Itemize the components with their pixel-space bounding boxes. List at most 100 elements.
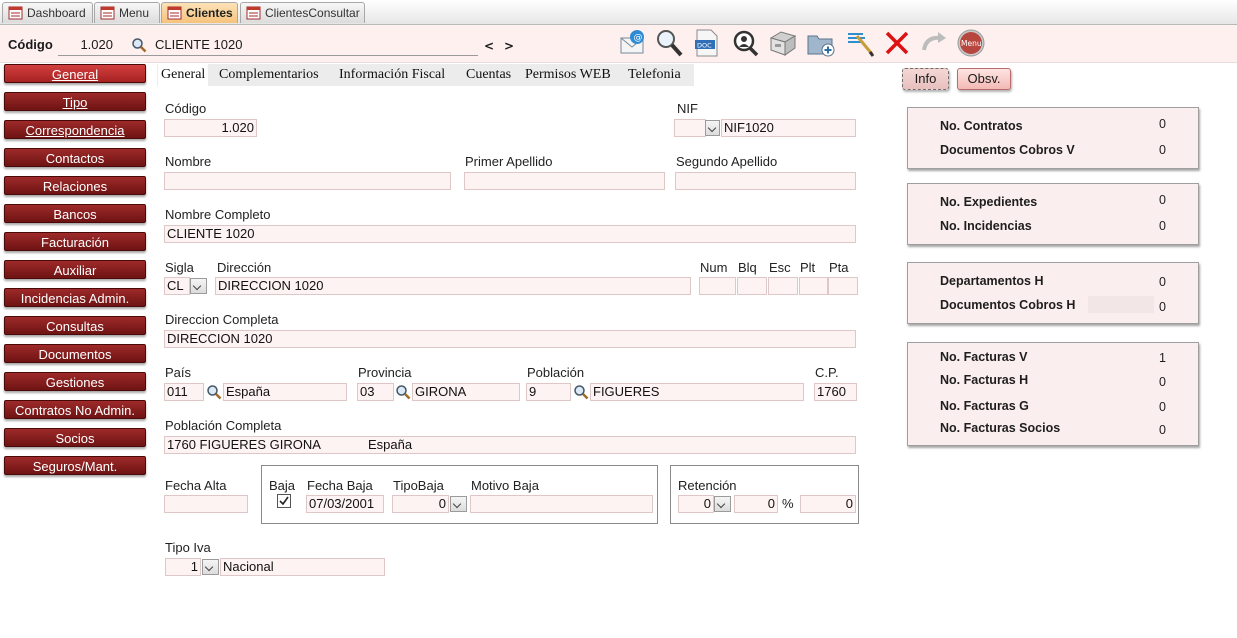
find-icon[interactable]	[730, 28, 760, 58]
sidebar-item-gestiones[interactable]: Gestiones	[4, 372, 146, 391]
sidebar-item-incidencias-admin[interactable]: Incidencias Admin.	[4, 288, 146, 307]
tab-cuentas[interactable]: Cuentas	[463, 64, 514, 86]
next-record-button[interactable]: >	[504, 39, 514, 53]
poblacion-completa-field[interactable]: 1760 FIGUERES GIRONA España	[164, 436, 856, 454]
tab-informacion-fiscal[interactable]: Información Fiscal	[336, 64, 448, 86]
esc-label: Esc	[769, 260, 791, 275]
delete-icon[interactable]	[882, 28, 912, 58]
sidebar-item-facturacion[interactable]: Facturación	[4, 232, 146, 251]
sidebar-item-documentos[interactable]: Documentos	[4, 344, 146, 363]
undo-icon[interactable]	[918, 28, 948, 58]
sidebar-item-seguros-mant[interactable]: Seguros/Mant.	[4, 456, 146, 475]
search-icon[interactable]	[206, 384, 222, 400]
sidebar-item-socios[interactable]: Socios	[4, 428, 146, 447]
tipo-baja-dropdown[interactable]	[450, 496, 467, 512]
edit-icon[interactable]	[845, 28, 875, 58]
stats-card-departamentos: Departamentos H 0 Documentos Cobros H 0	[907, 262, 1199, 324]
search-icon[interactable]	[131, 37, 147, 53]
email-icon[interactable]: @	[618, 28, 648, 58]
poblacion-name-field[interactable]: FIGUERES	[590, 383, 804, 401]
direccion-completa-field[interactable]: DIRECCION 1020	[164, 330, 856, 348]
doc-icon[interactable]: DOC	[692, 28, 722, 58]
motivo-baja-field[interactable]	[470, 495, 653, 513]
menu-icon[interactable]: Menu	[956, 28, 986, 58]
sigla-dropdown[interactable]	[190, 278, 207, 294]
tipo-iva-code-field[interactable]: 1	[165, 558, 201, 576]
sidebar-item-bancos[interactable]: Bancos	[4, 204, 146, 223]
pais-name-field[interactable]: España	[223, 383, 347, 401]
sidebar-item-auxiliar[interactable]: Auxiliar	[4, 260, 146, 279]
info-button[interactable]: Info	[902, 68, 949, 90]
search-icon[interactable]	[573, 384, 589, 400]
tab-general[interactable]: General	[158, 64, 209, 86]
esc-field[interactable]	[768, 277, 798, 295]
stat-label: Documentos Cobros V	[940, 143, 1075, 157]
sidebar-item-general[interactable]: General	[4, 64, 146, 83]
tipo-iva-dropdown[interactable]	[202, 559, 219, 575]
tipo-baja-field[interactable]: 0	[392, 495, 449, 513]
blq-field[interactable]	[737, 277, 767, 295]
cp-label: C.P.	[815, 365, 839, 380]
fecha-baja-field[interactable]: 07/03/2001	[306, 495, 384, 513]
nif-type-field[interactable]	[674, 119, 706, 137]
stats-card-contratos: No. Contratos 0 Documentos Cobros V 0	[907, 107, 1199, 169]
sidebar-item-correspondencia[interactable]: Correspondencia	[4, 120, 146, 139]
value-highlight	[1088, 296, 1154, 313]
nombre-completo-field[interactable]: CLIENTE 1020	[164, 225, 856, 243]
client-name: CLIENTE 1020	[155, 37, 243, 52]
nombre-field[interactable]	[164, 172, 451, 190]
stat-value: 0	[1159, 300, 1166, 314]
pta-field[interactable]	[828, 277, 858, 295]
direccion-field[interactable]: DIRECCION 1020	[215, 277, 691, 295]
search-icon[interactable]	[395, 384, 411, 400]
nif-type-dropdown[interactable]	[705, 120, 720, 136]
pais-code-field[interactable]: 011	[164, 383, 204, 401]
tab-permisos-web[interactable]: Permisos WEB	[522, 64, 614, 86]
sigla-field[interactable]: CL	[164, 277, 190, 295]
tab-dashboard[interactable]: Dashboard	[2, 2, 93, 23]
sidebar-item-contratos-no-admin[interactable]: Contratos No Admin.	[4, 400, 146, 419]
tab-clientes-consultar[interactable]: ClientesConsultar	[240, 2, 365, 23]
tab-clientes[interactable]: Clientes	[161, 2, 238, 23]
segundo-apellido-field[interactable]	[675, 172, 856, 190]
stat-value: 0	[1159, 400, 1166, 414]
tab-menu[interactable]: Menu	[94, 2, 160, 23]
provincia-name-field[interactable]: GIRONA	[412, 383, 520, 401]
sidebar-item-tipo[interactable]: Tipo	[4, 92, 146, 111]
num-field[interactable]	[699, 277, 736, 295]
archive-icon[interactable]	[768, 28, 798, 58]
retencion-amount-field[interactable]: 0	[800, 495, 856, 513]
stat-value: 0	[1159, 375, 1166, 389]
poblacion-code-field[interactable]: 9	[526, 383, 571, 401]
tab-complementarios[interactable]: Complementarios	[216, 64, 322, 86]
retencion-value-field[interactable]: 0	[734, 495, 778, 513]
codigo-field[interactable]: 1.020	[164, 119, 257, 137]
sidebar-item-consultas[interactable]: Consultas	[4, 316, 146, 335]
codigo-value[interactable]: 1.020	[58, 37, 113, 52]
tab-telefonia[interactable]: Telefonia	[625, 64, 684, 86]
primer-apellido-field[interactable]	[464, 172, 665, 190]
baja-checkbox[interactable]	[277, 494, 291, 508]
retencion-type-dropdown[interactable]	[714, 496, 731, 512]
search-icon[interactable]	[654, 28, 684, 58]
stat-value: 0	[1159, 423, 1166, 437]
plt-field[interactable]	[799, 277, 828, 295]
retencion-type-field[interactable]: 0	[678, 495, 714, 513]
cp-field[interactable]: 1760	[814, 383, 857, 401]
sidebar-item-contactos[interactable]: Contactos	[4, 148, 146, 167]
pais-label: País	[165, 365, 192, 380]
sidebar-item-relaciones[interactable]: Relaciones	[4, 176, 146, 195]
previous-record-button[interactable]: <	[484, 39, 494, 53]
obsv-button[interactable]: Obsv.	[957, 68, 1011, 90]
codigo-label: Código	[165, 101, 207, 116]
nif-field[interactable]: NIF1020	[721, 119, 856, 137]
motivo-baja-label: Motivo Baja	[471, 478, 539, 493]
fecha-alta-field[interactable]	[164, 495, 248, 513]
folder-add-icon[interactable]	[806, 28, 836, 58]
tipo-iva-name-field[interactable]: Nacional	[220, 558, 385, 576]
stat-value: 0	[1159, 117, 1166, 131]
provincia-code-field[interactable]: 03	[357, 383, 394, 401]
tipo-baja-label: TipoBaja	[393, 478, 444, 493]
tab-label: ClientesConsultar	[265, 6, 360, 20]
tab-label: Menu	[119, 6, 150, 20]
